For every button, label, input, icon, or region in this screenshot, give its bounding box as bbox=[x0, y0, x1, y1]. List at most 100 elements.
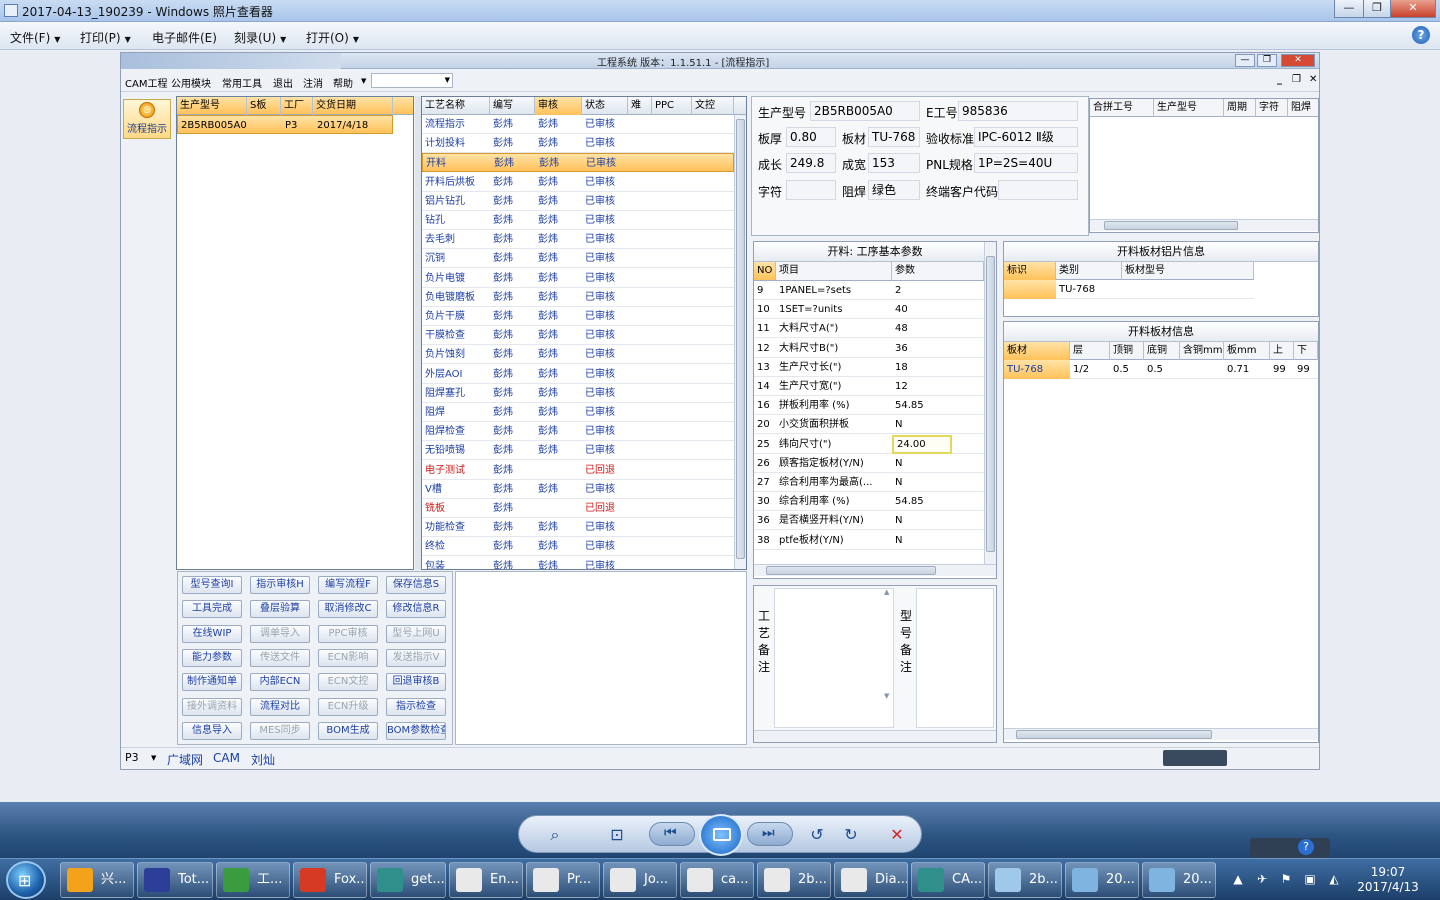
app-minimize-button[interactable]: — bbox=[1235, 54, 1255, 67]
taskbar-item[interactable]: 工... bbox=[216, 862, 290, 898]
actual-size-icon[interactable]: ⊡ bbox=[605, 823, 629, 847]
table-row[interactable]: 终检 彭炜 彭炜 已审核 bbox=[422, 537, 734, 557]
taskbar-item[interactable]: 2b... bbox=[757, 862, 831, 898]
rotate-right-icon[interactable]: ↻ bbox=[839, 823, 863, 847]
app-close-button[interactable]: ✕ bbox=[1281, 54, 1315, 67]
delete-icon[interactable]: ✕ bbox=[885, 823, 909, 847]
scroll-thumb[interactable] bbox=[1016, 730, 1212, 739]
field-thickness[interactable]: 0.80 bbox=[786, 127, 836, 147]
status-factory[interactable]: P3 bbox=[125, 751, 139, 764]
field-material[interactable]: TU-768 bbox=[868, 127, 920, 147]
help-icon[interactable]: ? bbox=[1412, 26, 1430, 44]
minimize-button[interactable]: — bbox=[1334, 0, 1364, 18]
action-button[interactable]: ECN文控 bbox=[318, 673, 378, 692]
action-button[interactable]: ECN影响 bbox=[318, 648, 378, 667]
table-row[interactable]: 功能检查 彭炜 彭炜 已审核 bbox=[422, 518, 734, 538]
action-button[interactable]: 接外调资料 bbox=[182, 697, 242, 716]
col-layer[interactable]: 层 bbox=[1070, 342, 1110, 360]
col-combine-no[interactable]: 合拼工号 bbox=[1090, 99, 1154, 117]
taskbar-item[interactable]: ca... bbox=[680, 862, 754, 898]
action-button[interactable]: 型号上网U bbox=[386, 624, 446, 643]
nav-flow-indicator[interactable]: ◷ 流程指示 bbox=[123, 99, 171, 139]
mdi-restore-button[interactable]: ❐ bbox=[1292, 74, 1301, 85]
cell-value[interactable]: N bbox=[892, 473, 984, 492]
table-row[interactable]: TU-768 bbox=[1004, 280, 1254, 299]
slideshow-button[interactable] bbox=[699, 814, 743, 856]
menu-burn[interactable]: 刻录(U) ▼ bbox=[234, 29, 286, 46]
table-row[interactable]: 27 综合利用率为最高(... N bbox=[754, 473, 984, 492]
table-row[interactable]: 13 生产尺寸长(") 18 bbox=[754, 358, 984, 377]
action-button[interactable]: 工具完成 bbox=[182, 600, 242, 619]
network-icon[interactable]: ✈ bbox=[1254, 872, 1270, 888]
next-button[interactable]: ⏭ bbox=[747, 822, 793, 846]
close-button[interactable]: ✕ bbox=[1390, 0, 1436, 18]
menu-tools[interactable]: 常用工具 bbox=[222, 75, 262, 90]
cell-value[interactable]: N bbox=[892, 415, 984, 434]
menu-cam[interactable]: CAM工程 bbox=[125, 75, 167, 90]
col-s-board[interactable]: S板 bbox=[247, 97, 281, 115]
col-char[interactable]: 字符 bbox=[1256, 99, 1288, 117]
taskbar-item[interactable]: Jo... bbox=[603, 862, 677, 898]
help-icon[interactable]: ? bbox=[1298, 839, 1314, 855]
field-pnl[interactable]: 1P=2S=40U bbox=[974, 153, 1078, 173]
action-button[interactable]: 调单导入 bbox=[250, 624, 310, 643]
mdi-minimize-button[interactable]: _ bbox=[1277, 74, 1282, 85]
col-category[interactable]: 类别 bbox=[1056, 262, 1122, 280]
status-network[interactable]: 广域网 bbox=[167, 751, 203, 768]
taskbar-item[interactable]: 2b... bbox=[988, 862, 1062, 898]
table-row[interactable]: 钻孔 彭炜 彭炜 已审核 bbox=[422, 211, 734, 230]
action-button[interactable]: PPC审核 bbox=[318, 624, 378, 643]
menu-help[interactable]: 帮助 bbox=[333, 75, 353, 90]
taskbar-item[interactable]: Dia... bbox=[834, 862, 908, 898]
action-button[interactable]: BOM参数检查 bbox=[386, 721, 446, 740]
menu-exit[interactable]: 退出 bbox=[273, 75, 293, 90]
mdi-close-button[interactable]: ✕ bbox=[1309, 74, 1317, 85]
maximize-button[interactable]: ❐ bbox=[1363, 0, 1391, 18]
action-button[interactable]: 修改信息R bbox=[386, 600, 446, 619]
col-bot-cu[interactable]: 底铜 bbox=[1144, 342, 1180, 360]
col-process-name[interactable]: 工艺名称 bbox=[422, 97, 490, 115]
taskbar-item[interactable]: 20... bbox=[1142, 862, 1216, 898]
col-cu-thick[interactable]: 含铜mm bbox=[1180, 342, 1224, 360]
action-button[interactable]: MES同步 bbox=[250, 721, 310, 740]
table-row[interactable]: 无铅喷锡 彭炜 彭炜 已审核 bbox=[422, 441, 734, 461]
taskbar-item[interactable]: 兴... bbox=[60, 862, 134, 898]
chevron-down-icon[interactable]: ▼ bbox=[361, 77, 366, 85]
app-restore-button[interactable]: ❐ bbox=[1257, 54, 1277, 67]
process-remark-textarea[interactable] bbox=[774, 588, 894, 728]
scroll-thumb[interactable] bbox=[1104, 221, 1238, 230]
taskbar-item[interactable]: Pr... bbox=[526, 862, 600, 898]
action-button[interactable]: 发送指示V bbox=[386, 648, 446, 667]
cell-value[interactable]: 12 bbox=[892, 377, 984, 396]
table-row[interactable]: 外层AOI 彭炜 彭炜 已审核 bbox=[422, 365, 734, 384]
table-row[interactable]: 铣板 彭炜 已回退 bbox=[422, 499, 734, 518]
cell-value[interactable]: N bbox=[892, 454, 984, 473]
col-model[interactable]: 生产型号 bbox=[177, 97, 247, 115]
action-button[interactable]: 指示审核H bbox=[250, 576, 310, 594]
tray-expand-icon[interactable]: ▲ bbox=[1230, 872, 1246, 888]
table-row[interactable]: 12 大料尺寸B(") 36 bbox=[754, 339, 984, 358]
zoom-icon[interactable]: ⌕ bbox=[543, 823, 567, 847]
col-status[interactable]: 状态 bbox=[582, 97, 628, 115]
col-board-thick[interactable]: 板mm bbox=[1224, 342, 1270, 360]
volume-icon[interactable]: ◭ bbox=[1326, 872, 1342, 888]
action-button[interactable]: 取消修改C bbox=[318, 600, 378, 619]
action-button[interactable]: 回退审核B bbox=[386, 673, 446, 692]
cell-value[interactable]: 24.00 bbox=[892, 434, 952, 454]
field-length[interactable]: 249.8 bbox=[786, 153, 836, 173]
taskbar-item[interactable]: Tot... bbox=[137, 862, 213, 898]
clock[interactable]: 19:07 2017/4/13 bbox=[1348, 865, 1428, 895]
menu-common-module[interactable]: 公用模块 bbox=[171, 75, 211, 90]
previous-button[interactable]: ⏮ bbox=[649, 822, 695, 846]
action-button[interactable]: 内部ECN bbox=[250, 673, 310, 692]
col-ppc[interactable]: PPC bbox=[652, 97, 692, 115]
action-button[interactable]: 能力参数 bbox=[182, 648, 242, 667]
action-button[interactable]: ECN升级 bbox=[318, 697, 378, 716]
table-row[interactable]: 计划投料 彭炜 彭炜 已审核 bbox=[422, 134, 734, 154]
table-row[interactable]: 14 生产尺寸宽(") 12 bbox=[754, 377, 984, 396]
table-row[interactable]: 铝片钻孔 彭炜 彭炜 已审核 bbox=[422, 192, 734, 211]
col-combine-model[interactable]: 生产型号 bbox=[1154, 99, 1224, 117]
cell-value[interactable]: 54.85 bbox=[892, 396, 984, 415]
table-row[interactable]: 干膜检查 彭炜 彭炜 已审核 bbox=[422, 326, 734, 346]
table-row[interactable]: 开料 彭炜 彭炜 已审核 bbox=[422, 153, 734, 173]
